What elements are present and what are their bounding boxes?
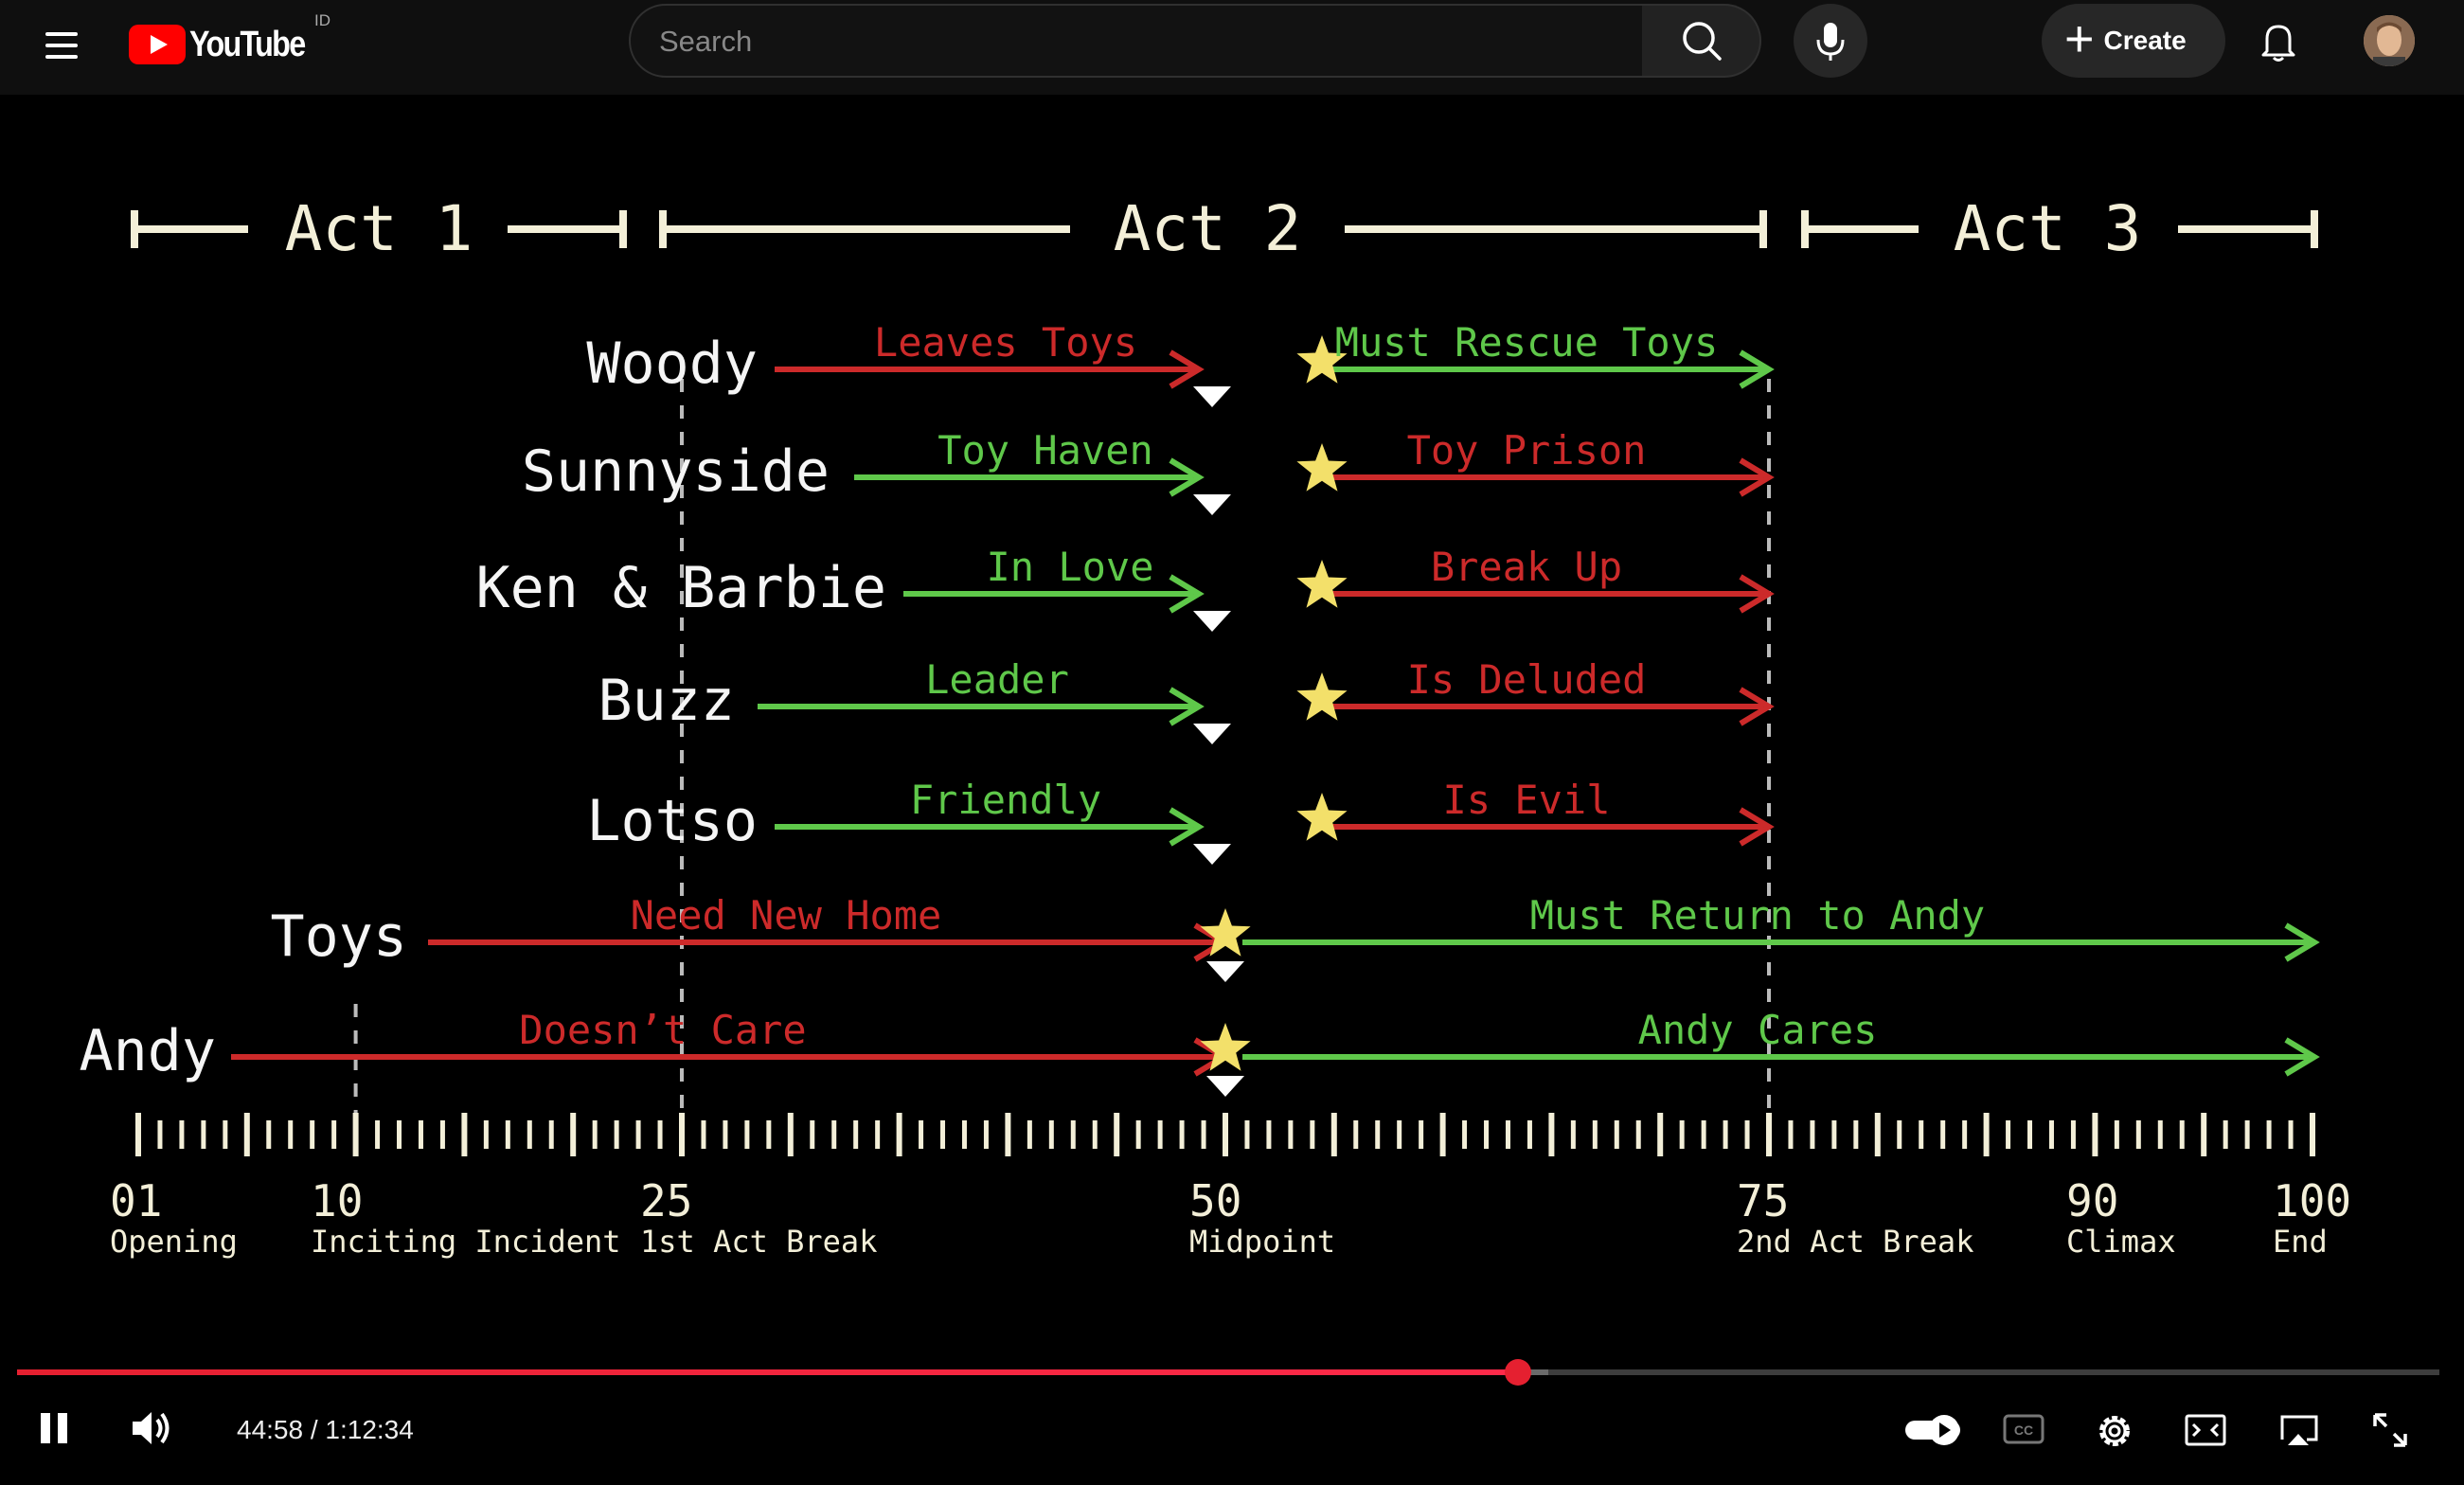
search-icon bbox=[1683, 22, 1722, 61]
timeline-value: 10 bbox=[311, 1175, 363, 1226]
midpoint-marker-icon bbox=[1193, 844, 1231, 865]
country-code: ID bbox=[314, 11, 330, 29]
masthead: YouTube ID + Create bbox=[0, 0, 2464, 95]
phase-label: Andy Cares bbox=[1638, 1007, 1878, 1053]
settings-icon bbox=[2099, 1416, 2130, 1446]
settings-button[interactable] bbox=[2093, 1409, 2136, 1453]
timeline-value: 90 bbox=[2066, 1175, 2118, 1226]
phase-label: Doesn’t Care bbox=[519, 1007, 806, 1053]
timeline-label: Midpoint bbox=[1189, 1224, 1335, 1260]
turning-point-star-icon bbox=[1296, 443, 1348, 492]
phase-label: Need New Home bbox=[631, 892, 942, 939]
youtube-logo[interactable]: YouTube bbox=[129, 21, 325, 68]
turning-point-star-icon bbox=[1296, 560, 1348, 608]
microphone-icon bbox=[1816, 23, 1845, 61]
plus-icon: + bbox=[2064, 10, 2095, 67]
pause-icon bbox=[41, 1413, 67, 1443]
row-label: Woody bbox=[586, 331, 758, 397]
miniplayer-button[interactable] bbox=[2184, 1411, 2227, 1449]
phase-label: Leader bbox=[925, 656, 1069, 703]
midpoint-marker-icon bbox=[1193, 494, 1231, 515]
act-1-label: Act 1 bbox=[285, 192, 473, 265]
row-label: Buzz bbox=[598, 668, 736, 734]
row-label: Lotso bbox=[586, 788, 758, 854]
notifications-button[interactable] bbox=[2254, 17, 2303, 66]
voice-search-button[interactable] bbox=[1794, 4, 1867, 78]
turning-point-star-icon bbox=[1296, 793, 1348, 841]
create-label: Create bbox=[2103, 26, 2187, 55]
logo-text: YouTube bbox=[189, 24, 306, 64]
fullscreen-icon bbox=[2373, 1413, 2407, 1447]
timeline-value: 01 bbox=[110, 1175, 162, 1226]
act-3-label: Act 3 bbox=[1954, 192, 2142, 265]
avatar[interactable] bbox=[2364, 15, 2415, 66]
story-structure-diagram: Act 1 Act 2 Act 3 Woody Leaves Toys Must Resc… bbox=[80, 192, 2352, 1260]
timeline-label: 2nd Act Break bbox=[1737, 1224, 1973, 1260]
volume-icon bbox=[133, 1412, 170, 1444]
phase-label: Toy Haven bbox=[937, 427, 1153, 474]
midpoint-marker-icon bbox=[1193, 611, 1231, 632]
phase-label: Friendly bbox=[910, 777, 1101, 823]
captions-icon: CC bbox=[2003, 1414, 2044, 1444]
row-label: Sunnyside bbox=[522, 438, 830, 505]
phase-label: Must Return to Andy bbox=[1530, 892, 1985, 939]
search-button[interactable] bbox=[1642, 4, 1761, 78]
autoplay-toggle-icon bbox=[1905, 1415, 1960, 1445]
time-display: 44:58 / 1:12:34 bbox=[237, 1415, 414, 1444]
hamburger-menu-icon[interactable] bbox=[42, 25, 83, 66]
phase-label: Toy Prison bbox=[1407, 427, 1647, 474]
row-label: Ken & Barbie bbox=[476, 555, 886, 621]
turning-point-star-icon bbox=[1296, 672, 1348, 721]
timeline-label: Inciting Incident bbox=[311, 1224, 621, 1260]
phase-label: Is Deluded bbox=[1407, 656, 1647, 703]
timeline-value: 75 bbox=[1737, 1175, 1789, 1226]
phase-label: Must Rescue Toys bbox=[1335, 319, 1719, 366]
timeline-value: 25 bbox=[640, 1175, 692, 1226]
midpoint-marker-icon bbox=[1206, 961, 1244, 982]
midpoint-marker-icon bbox=[1206, 1076, 1244, 1097]
phase-label: In Love bbox=[986, 544, 1153, 590]
captions-button[interactable]: CC bbox=[2002, 1411, 2045, 1447]
timeline-value: 100 bbox=[2273, 1175, 2351, 1226]
cast-button[interactable] bbox=[2277, 1411, 2320, 1449]
midpoint-marker-icon bbox=[1193, 724, 1231, 744]
phase-label: Leaves Toys bbox=[874, 319, 1137, 366]
bell-icon bbox=[2261, 25, 2295, 62]
row-label: Andy bbox=[80, 1018, 217, 1084]
cast-icon bbox=[2280, 1415, 2318, 1445]
act-2-label: Act 2 bbox=[1114, 192, 1302, 265]
row-label: Toys bbox=[271, 904, 408, 970]
create-button[interactable]: + Create bbox=[2042, 4, 2225, 78]
youtube-play-logo-icon bbox=[129, 25, 186, 64]
timeline-label: Opening bbox=[110, 1224, 238, 1260]
timeline-label: Climax bbox=[2066, 1224, 2176, 1260]
timeline-label: End bbox=[2273, 1224, 2328, 1260]
miniplayer-icon bbox=[2185, 1414, 2226, 1446]
scrubber-handle[interactable] bbox=[1505, 1359, 1532, 1386]
midpoint-marker-icon bbox=[1193, 386, 1231, 407]
search-box bbox=[629, 4, 1644, 78]
svg-text:CC: CC bbox=[2014, 1422, 2033, 1438]
phase-label: Break Up bbox=[1431, 544, 1622, 590]
timeline-value: 50 bbox=[1189, 1175, 1241, 1226]
progress-bar[interactable] bbox=[17, 1359, 2439, 1386]
phase-label: Is Evil bbox=[1442, 777, 1610, 823]
pause-button[interactable] bbox=[34, 1407, 76, 1449]
autoplay-toggle[interactable] bbox=[1903, 1411, 1964, 1447]
fullscreen-button[interactable] bbox=[2369, 1409, 2411, 1451]
search-input[interactable] bbox=[657, 6, 1608, 78]
timeline-label: 1st Act Break bbox=[640, 1224, 877, 1260]
user-avatar-icon bbox=[2364, 15, 2415, 66]
progress-played bbox=[17, 1369, 1519, 1375]
video-player[interactable]: Act 1 Act 2 Act 3 Woody Leaves Toys Must Resc… bbox=[0, 95, 2464, 1485]
mute-button[interactable] bbox=[129, 1407, 182, 1449]
